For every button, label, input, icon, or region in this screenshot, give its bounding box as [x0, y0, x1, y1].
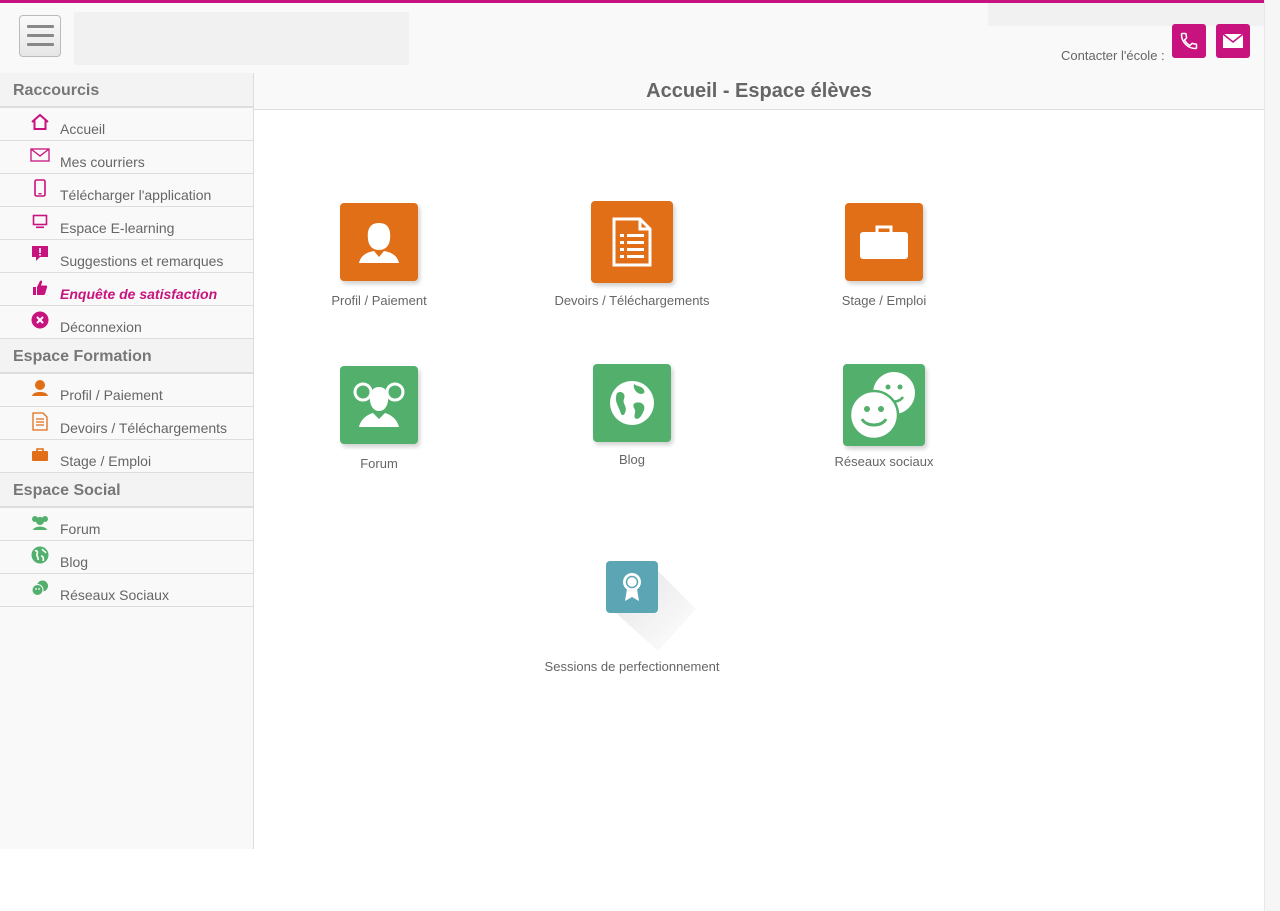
document-list-icon — [612, 217, 652, 267]
smileys-icon — [848, 370, 917, 441]
sidebar-item-label: Déconnexion — [60, 319, 142, 335]
page-title: Accueil - Espace élèves — [254, 73, 1264, 110]
users-icon — [30, 513, 50, 531]
globe-icon — [610, 381, 654, 425]
briefcase-icon — [30, 445, 50, 463]
sidebar-item-label: Blog — [60, 554, 89, 570]
sidebar-item-label: Réseaux Sociaux — [60, 587, 169, 603]
sidebar-item-label: Espace E-learning — [60, 220, 175, 236]
document-list-icon — [30, 411, 50, 431]
sidebar-section-social: Espace Social — [0, 473, 253, 508]
tile-icon-box — [606, 561, 658, 613]
tile-icon-box — [591, 201, 673, 283]
comment-alert-icon — [30, 245, 50, 263]
tile-label: Blog — [618, 452, 646, 467]
thumbs-up-icon — [30, 278, 50, 296]
user-icon — [30, 379, 50, 397]
smileys-icon — [30, 579, 50, 597]
close-circle-icon — [30, 311, 50, 329]
tile-devoirs-telechargements[interactable]: Devoirs / Téléchargements — [552, 201, 712, 308]
mobile-icon — [30, 179, 50, 197]
sidebar-item-stage[interactable]: Stage / Emploi — [0, 440, 253, 473]
tile-label: Réseaux sociaux — [834, 454, 934, 469]
tile-stage-emploi[interactable]: Stage / Emploi — [804, 203, 964, 308]
home-icon — [30, 113, 50, 131]
sidebar-item-courriers[interactable]: Mes courriers — [0, 141, 253, 174]
header-info-placeholder — [988, 3, 1264, 26]
tile-icon-box — [845, 203, 923, 281]
logo-placeholder — [74, 12, 409, 65]
email-button[interactable] — [1216, 24, 1250, 58]
tile-profil-paiement[interactable]: Profil / Paiement — [299, 203, 459, 308]
menu-toggle-button[interactable] — [19, 15, 61, 57]
page-footer-blank — [0, 849, 1264, 911]
tile-label: Sessions de perfectionnement — [544, 659, 720, 674]
page-scrollbar[interactable] — [1264, 0, 1280, 911]
tile-label: Devoirs / Téléchargements — [554, 293, 710, 308]
sidebar-item-label: Devoirs / Téléchargements — [60, 420, 228, 436]
sidebar-section-formation: Espace Formation — [0, 339, 253, 374]
sidebar: Raccourcis Accueil Mes courriers Télécha… — [0, 73, 254, 849]
tile-label: Stage / Emploi — [841, 293, 927, 308]
sidebar-item-forum[interactable]: Forum — [0, 508, 253, 541]
tile-icon-box — [593, 364, 671, 442]
tile-forum[interactable]: Forum — [299, 366, 459, 471]
mail-icon — [30, 146, 50, 164]
contact-label: Contacter l'école : — [1061, 48, 1165, 63]
tile-icon-box — [340, 203, 418, 281]
tile-icon-box — [843, 364, 925, 446]
tile-label: Profil / Paiement — [331, 293, 427, 308]
monitor-icon — [30, 212, 50, 230]
tile-icon-box — [340, 366, 418, 444]
award-icon — [623, 573, 641, 601]
sidebar-item-label: Télécharger l'application — [60, 187, 212, 203]
globe-icon — [30, 546, 50, 564]
mail-icon — [1222, 33, 1244, 48]
sidebar-item-label: Forum — [60, 521, 101, 537]
tile-icon-wrapper — [606, 561, 696, 651]
sidebar-item-accueil[interactable]: Accueil — [0, 108, 253, 141]
tile-blog[interactable]: Blog — [552, 364, 712, 467]
sidebar-item-label: Mes courriers — [60, 154, 145, 170]
briefcase-icon — [860, 225, 908, 259]
sidebar-item-deconnexion[interactable]: Déconnexion — [0, 306, 253, 339]
user-icon — [359, 223, 399, 263]
users-icon — [353, 382, 405, 427]
tile-label: Forum — [360, 456, 398, 471]
sidebar-item-suggestions[interactable]: Suggestions et remarques — [0, 240, 253, 273]
sidebar-item-profil[interactable]: Profil / Paiement — [0, 374, 253, 407]
sidebar-item-telecharger-app[interactable]: Télécharger l'application — [0, 174, 253, 207]
sidebar-item-elearning[interactable]: Espace E-learning — [0, 207, 253, 240]
sidebar-item-enquete[interactable]: Enquête de satisfaction — [0, 273, 253, 306]
sidebar-section-raccourcis: Raccourcis — [0, 73, 253, 108]
sidebar-item-label: Profil / Paiement — [60, 387, 163, 403]
sidebar-item-devoirs[interactable]: Devoirs / Téléchargements — [0, 407, 253, 440]
sidebar-item-label: Suggestions et remarques — [60, 253, 224, 269]
sidebar-item-label: Accueil — [60, 121, 106, 137]
sidebar-item-label: Stage / Emploi — [60, 453, 152, 469]
tile-sessions-perfectionnement[interactable]: Sessions de perfectionnement — [532, 561, 732, 674]
phone-button[interactable] — [1172, 24, 1206, 58]
tile-reseaux-sociaux[interactable]: Réseaux sociaux — [804, 364, 964, 469]
sidebar-item-blog[interactable]: Blog — [0, 541, 253, 574]
sidebar-item-label: Enquête de satisfaction — [60, 286, 218, 302]
phone-icon — [1180, 32, 1198, 50]
sidebar-item-reseaux[interactable]: Réseaux Sociaux — [0, 574, 253, 607]
